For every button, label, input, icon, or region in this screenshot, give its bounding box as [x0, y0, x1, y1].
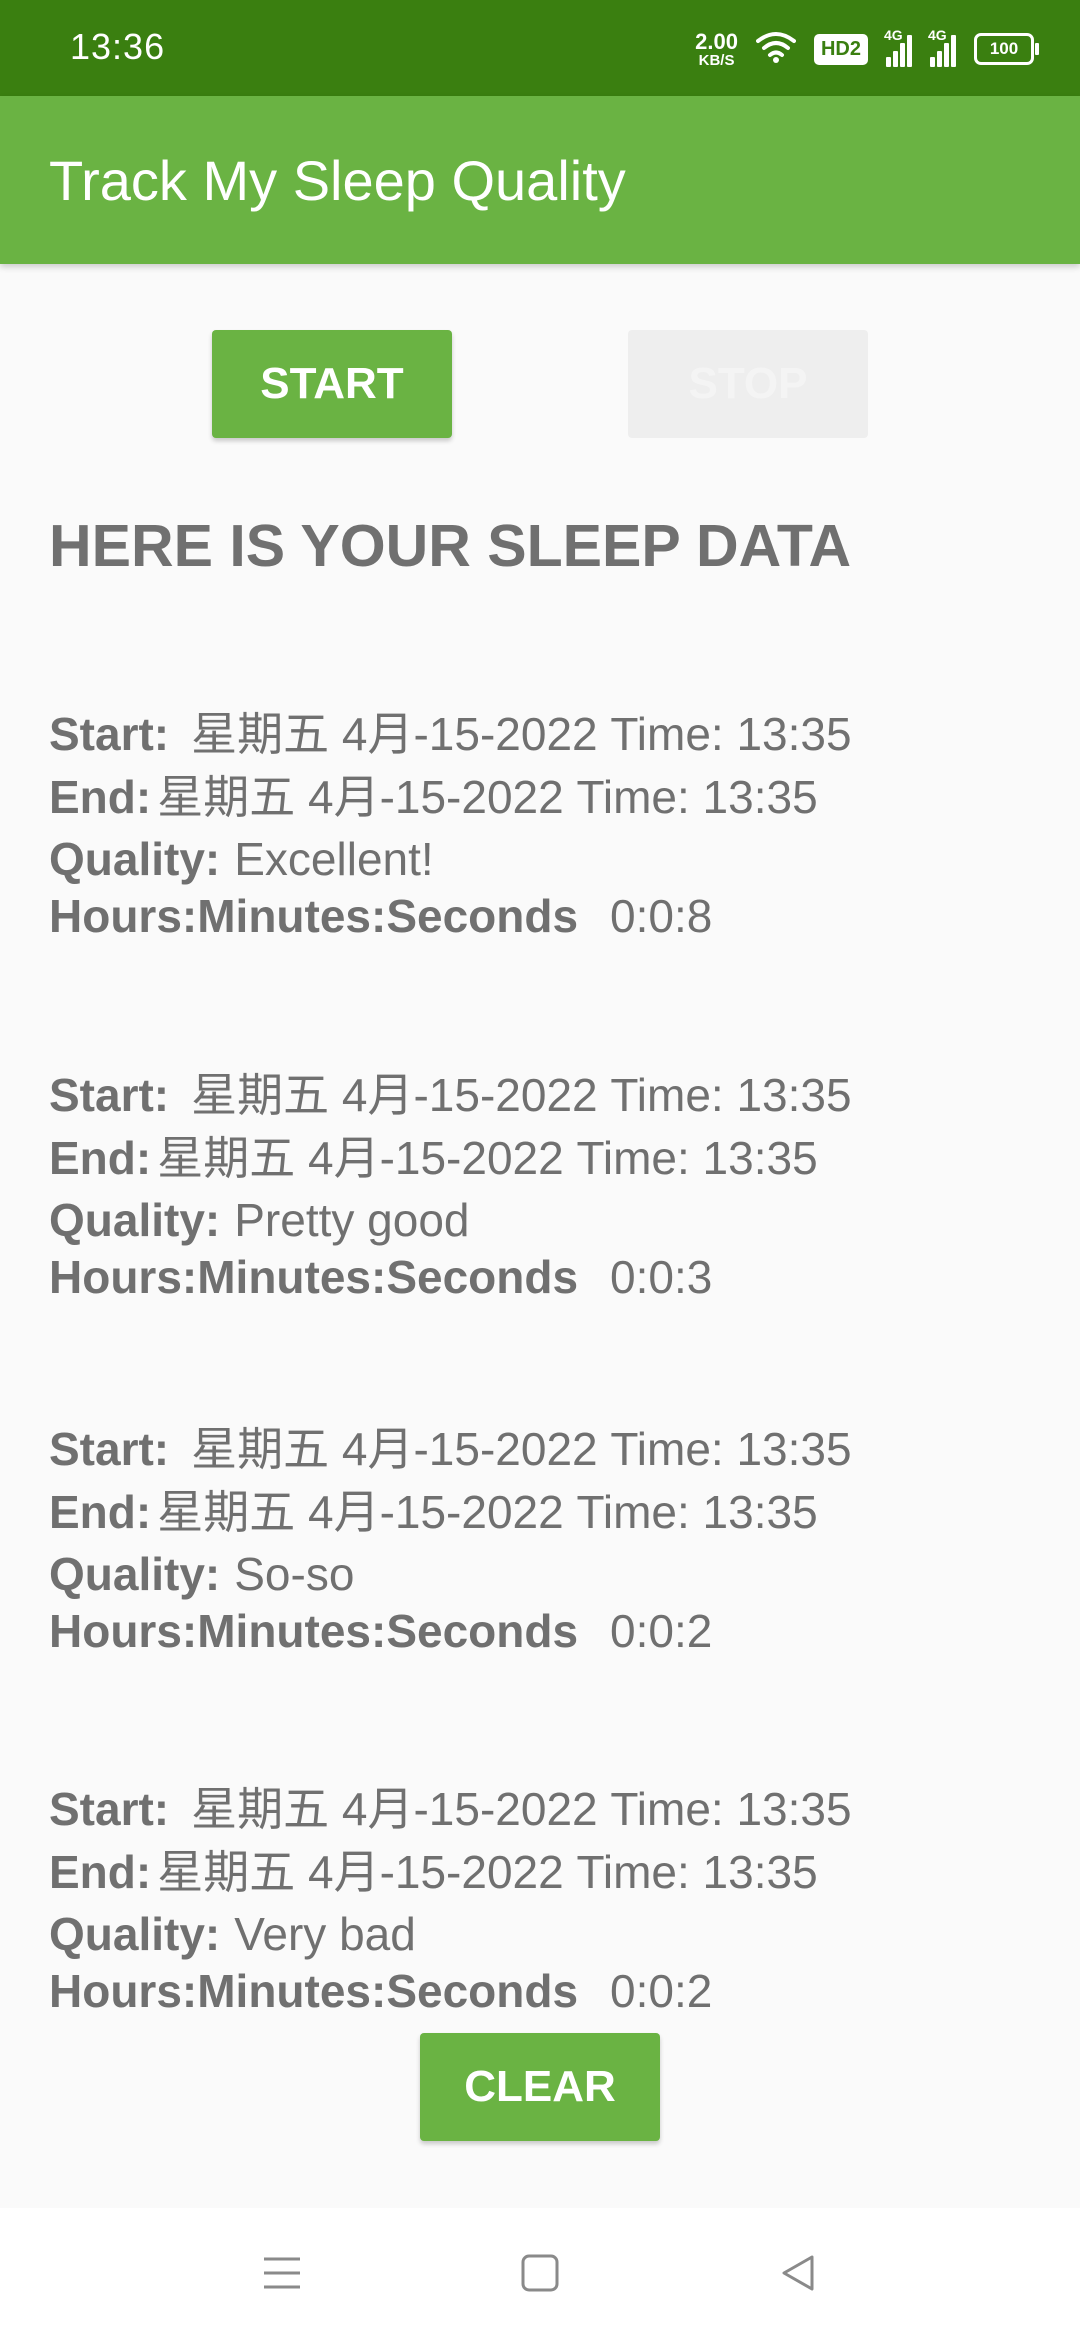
- app-bar: Track My Sleep Quality: [0, 96, 1080, 264]
- clear-button[interactable]: CLEAR: [420, 2033, 660, 2141]
- entry-duration-line: Hours:Minutes:Seconds 0:0:2: [49, 1968, 712, 2014]
- home-icon[interactable]: [510, 2248, 570, 2298]
- quality-value: So-so: [234, 1548, 355, 1600]
- entry-quality-line: Quality: So-so: [49, 1551, 354, 1597]
- entry-end-line: End: 星期五 4月-15-2022 Time: 13:35: [49, 1135, 818, 1181]
- quality-label: Quality:: [49, 1194, 221, 1246]
- start-label: Start:: [49, 1423, 170, 1475]
- network-speed-value: 2.00: [695, 28, 738, 54]
- end-label: End:: [49, 1486, 152, 1538]
- entry-duration-line: Hours:Minutes:Seconds 0:0:3: [49, 1254, 712, 1300]
- navigation-bar: [0, 2208, 1080, 2340]
- quality-value: Pretty good: [234, 1194, 470, 1246]
- end-label: End:: [49, 1846, 152, 1898]
- duration-label: Hours:Minutes:Seconds: [49, 1251, 579, 1303]
- duration-label: Hours:Minutes:Seconds: [49, 1965, 579, 2017]
- duration-value: 0:0:3: [610, 1251, 713, 1303]
- status-time: 13:36: [70, 26, 166, 67]
- quality-label: Quality:: [49, 833, 221, 885]
- entry-start-line: Start: 星期五 4月-15-2022 Time: 13:35: [49, 1426, 852, 1472]
- duration-value: 0:0:2: [610, 1965, 713, 2017]
- menu-icon[interactable]: [252, 2248, 312, 2298]
- status-bar: 13:36 2.00 KB/S HD2 4G 4G 100: [0, 0, 1080, 96]
- entry-end-line: End: 星期五 4月-15-2022 Time: 13:35: [49, 1849, 818, 1895]
- entry-end-line: End: 星期五 4月-15-2022 Time: 13:35: [49, 1489, 818, 1535]
- quality-value: Excellent!: [234, 833, 434, 885]
- entry-quality-line: Quality: Very bad: [49, 1911, 416, 1957]
- entry-start-line: Start: 星期五 4月-15-2022 Time: 13:35: [49, 1786, 852, 1832]
- start-button[interactable]: START: [212, 330, 452, 438]
- signal-icon: 4G: [884, 27, 912, 67]
- entry-start-line: Start: 星期五 4月-15-2022 Time: 13:35: [49, 711, 852, 757]
- quality-label: Quality:: [49, 1548, 221, 1600]
- network-speed-unit: KB/S: [698, 51, 735, 69]
- entry-start-line: Start: 星期五 4月-15-2022 Time: 13:35: [49, 1072, 852, 1118]
- end-value: 星期五 4月-15-2022 Time: 13:35: [157, 1486, 818, 1538]
- start-label: Start:: [49, 708, 170, 760]
- start-label: Start:: [49, 1783, 170, 1835]
- quality-value: Very bad: [234, 1908, 416, 1960]
- end-value: 星期五 4月-15-2022 Time: 13:35: [157, 771, 818, 823]
- signal-network-label: 4G: [928, 27, 947, 43]
- entry-duration-line: Hours:Minutes:Seconds 0:0:8: [49, 893, 712, 939]
- entry-quality-line: Quality: Pretty good: [49, 1197, 470, 1243]
- duration-label: Hours:Minutes:Seconds: [49, 890, 579, 942]
- signal-icon: 4G: [928, 27, 956, 67]
- end-label: End:: [49, 771, 152, 823]
- entry-quality-line: Quality: Excellent!: [49, 836, 434, 882]
- duration-value: 0:0:2: [610, 1605, 713, 1657]
- end-value: 星期五 4月-15-2022 Time: 13:35: [157, 1132, 818, 1184]
- duration-value: 0:0:8: [610, 890, 713, 942]
- back-icon[interactable]: [768, 2248, 828, 2298]
- start-value: 星期五 4月-15-2022 Time: 13:35: [191, 708, 852, 760]
- battery-icon: 100: [974, 33, 1039, 65]
- end-label: End:: [49, 1132, 152, 1184]
- battery-level: 100: [989, 39, 1019, 58]
- network-speed: 2.00 KB/S: [695, 28, 738, 69]
- stop-button[interactable]: STOP: [628, 330, 868, 438]
- app-title: Track My Sleep Quality: [49, 149, 626, 212]
- hd-icon: HD2: [813, 33, 868, 65]
- start-value: 星期五 4月-15-2022 Time: 13:35: [191, 1783, 852, 1835]
- start-value: 星期五 4月-15-2022 Time: 13:35: [191, 1069, 852, 1121]
- signal-network-label: 4G: [884, 27, 903, 43]
- start-label: Start:: [49, 1069, 170, 1121]
- quality-label: Quality:: [49, 1908, 221, 1960]
- status-icons: 2.00 KB/S HD2 4G 4G 100: [695, 26, 1039, 72]
- end-value: 星期五 4月-15-2022 Time: 13:35: [157, 1846, 818, 1898]
- entry-end-line: End: 星期五 4月-15-2022 Time: 13:35: [49, 774, 818, 820]
- start-value: 星期五 4月-15-2022 Time: 13:35: [191, 1423, 852, 1475]
- entry-duration-line: Hours:Minutes:Seconds 0:0:2: [49, 1608, 712, 1654]
- duration-label: Hours:Minutes:Seconds: [49, 1605, 579, 1657]
- wifi-icon: [755, 31, 796, 68]
- sleep-data-heading: HERE IS YOUR SLEEP DATA: [49, 513, 852, 579]
